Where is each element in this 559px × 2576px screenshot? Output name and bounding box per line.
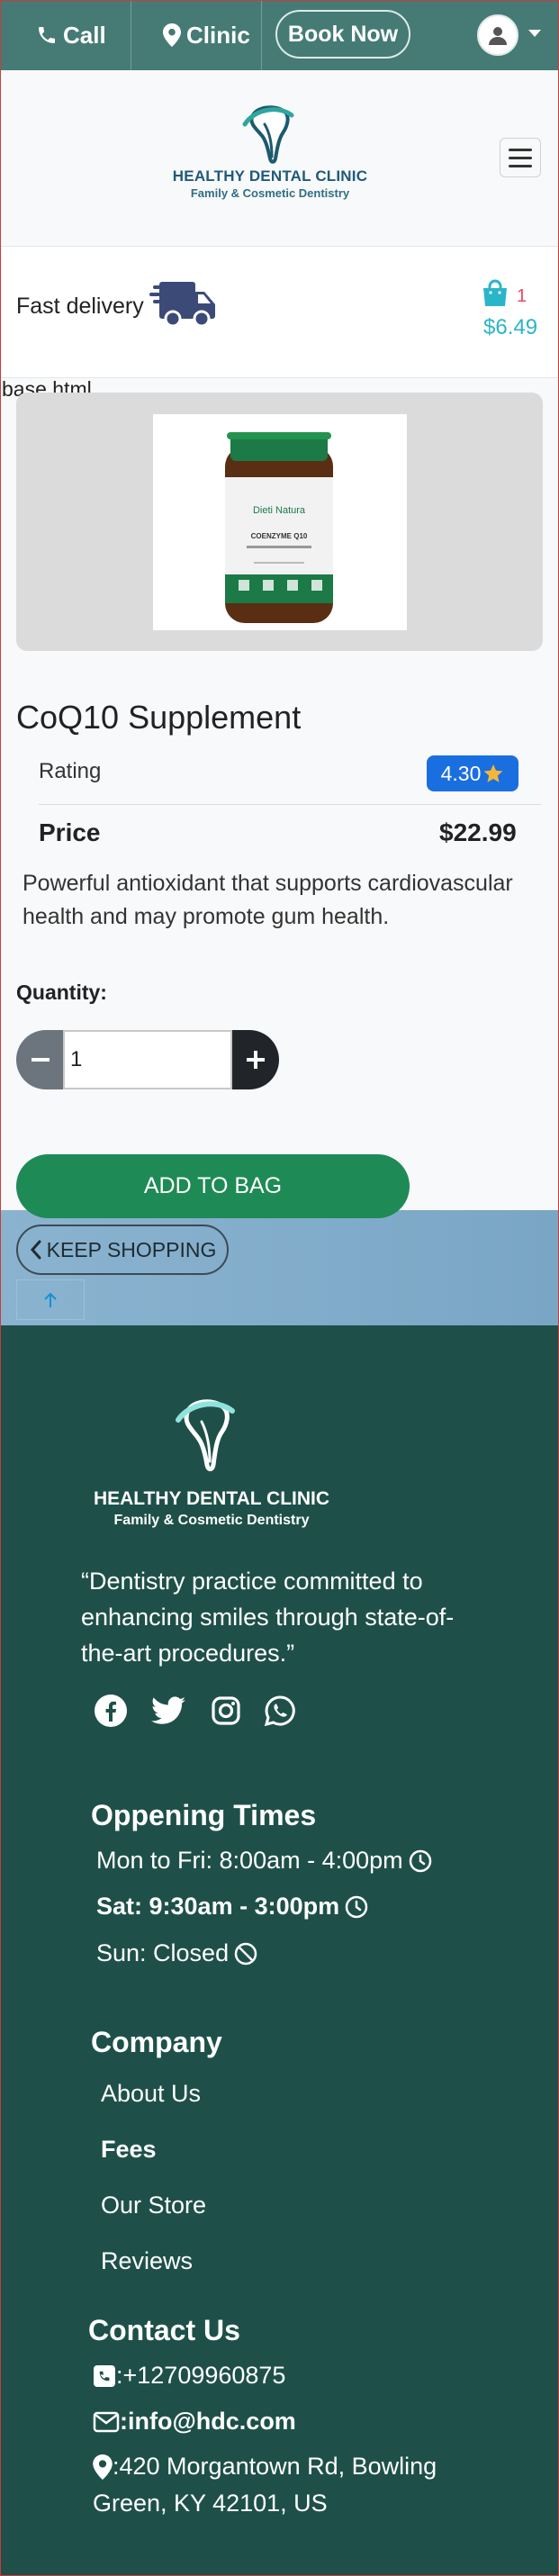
top-bar: Call Clinic Book Now xyxy=(0,0,559,70)
clinic-label: Clinic xyxy=(186,21,250,49)
hours-weekdays: Mon to Fri: 8:00am - 4:00pm xyxy=(96,1847,432,1875)
hours-sunday: Sun: Closed xyxy=(96,1939,257,1967)
logo-title: HEALTHY DENTAL CLINIC xyxy=(172,167,368,185)
menu-icon[interactable] xyxy=(500,138,541,177)
rating-value: 4.30 xyxy=(440,761,482,785)
plus-icon xyxy=(247,1051,265,1069)
product-description: Powerful antioxidant that supports cardi… xyxy=(23,871,513,929)
rating-label: Rating xyxy=(39,759,102,783)
footer-logo-title: HEALTHY DENTAL CLINIC xyxy=(93,1488,330,1509)
footer-link-about[interactable]: About Us xyxy=(101,2080,201,2108)
minus-icon xyxy=(32,1058,50,1062)
shopping-bag-icon[interactable] xyxy=(482,279,509,308)
chevron-left-icon xyxy=(30,1240,41,1260)
hours-title: Oppening Times xyxy=(91,1799,317,1831)
footer-link-reviews[interactable]: Reviews xyxy=(101,2247,193,2275)
contact-email[interactable]: :info@hdc.com xyxy=(93,2408,296,2436)
hours-saturday-text: Sat: 9:30am - 3:00pm xyxy=(96,1893,340,1920)
price-value: $22.99 xyxy=(439,818,517,846)
bottle-product: COENZYME Q10 xyxy=(251,532,308,540)
rating-badge: 4.30 xyxy=(427,755,518,791)
envelope-icon xyxy=(93,2411,120,2432)
hours-saturday: Sat: 9:30am - 3:00pm xyxy=(96,1893,368,1921)
divider xyxy=(39,804,541,805)
quantity-label: Quantity: xyxy=(16,981,107,1004)
hours-sunday-text: Sun: Closed xyxy=(96,1939,230,1966)
footer-logo-tagline: Family & Cosmetic Dentistry xyxy=(113,1513,310,1528)
user-icon xyxy=(489,27,507,45)
clinic-logo[interactable]: HEALTHY DENTAL CLINIC Family & Cosmetic … xyxy=(171,97,369,210)
clock-icon xyxy=(345,1895,368,1918)
add-to-bag-button[interactable]: ADD TO BAG xyxy=(16,1154,410,1218)
map-marker-icon xyxy=(93,2454,113,2480)
contact-phone[interactable]: :+12709960875 xyxy=(93,2362,285,2390)
footer-link-store[interactable]: Our Store xyxy=(101,2192,206,2219)
call-link[interactable]: Call xyxy=(36,0,106,70)
user-menu-button[interactable] xyxy=(477,14,518,56)
decrease-quantity-button[interactable] xyxy=(16,1030,63,1089)
bottle-brand: Dieti Natura xyxy=(253,505,306,516)
contact-email-text: :info@hdc.com xyxy=(120,2408,296,2435)
ban-icon xyxy=(234,1942,257,1965)
twitter-icon[interactable] xyxy=(150,1693,186,1729)
logo-tooth-icon xyxy=(242,105,294,164)
quantity-stepper xyxy=(16,1030,279,1089)
keep-shopping-button[interactable]: KEEP SHOPPING xyxy=(16,1225,229,1275)
fast-delivery-label: Fast delivery xyxy=(16,294,144,319)
keep-shopping-label: KEEP SHOPPING xyxy=(46,1237,217,1261)
book-now-button[interactable]: Book Now xyxy=(275,10,410,59)
company-title: Company xyxy=(91,2026,222,2058)
quantity-input[interactable] xyxy=(63,1030,232,1089)
footer-logo-tooth-icon xyxy=(176,1399,235,1471)
phone-icon xyxy=(39,27,55,43)
arrow-up-icon xyxy=(44,1292,57,1307)
hours-weekdays-text: Mon to Fri: 8:00am - 4:00pm xyxy=(96,1847,403,1874)
price-label: Price xyxy=(39,818,101,846)
increase-quantity-button[interactable] xyxy=(232,1030,279,1089)
footer-link-fees[interactable]: Fees xyxy=(101,2136,157,2164)
facebook-icon[interactable] xyxy=(93,1693,129,1729)
instagram-icon[interactable] xyxy=(208,1693,244,1729)
contact-address-line2: Green, KY 42101, US xyxy=(93,2490,328,2517)
star-icon xyxy=(483,764,503,782)
supplement-bottle: Dieti Natura COENZYME Q10 xyxy=(225,432,333,623)
cart-count: 1 xyxy=(517,286,527,306)
clinic-link[interactable]: Clinic xyxy=(163,0,250,70)
topbar-divider xyxy=(261,0,262,70)
chevron-down-icon[interactable] xyxy=(528,30,541,37)
cart-total[interactable]: $6.49 xyxy=(483,315,537,340)
contact-title: Contact Us xyxy=(88,2314,240,2346)
whatsapp-icon[interactable] xyxy=(262,1693,298,1729)
product-title: CoQ10 Supplement xyxy=(16,699,302,736)
contact-phone-text: :+12709960875 xyxy=(116,2362,286,2389)
scroll-top-button[interactable] xyxy=(16,1279,85,1320)
contact-address: :420 Morgantown Rd, Bowling xyxy=(93,2453,437,2481)
phone-square-icon xyxy=(94,2364,115,2387)
map-marker-icon xyxy=(163,23,181,47)
truck-icon xyxy=(149,282,215,327)
footer-quote: “Dentistry practice committed to enhanci… xyxy=(81,1568,455,1667)
contact-address-line1: :420 Morgantown Rd, Bowling xyxy=(113,2453,437,2480)
logo-tagline: Family & Cosmetic Dentistry xyxy=(190,186,350,200)
call-label: Call xyxy=(63,21,106,49)
product-image: Dieti Natura COENZYME Q10 xyxy=(153,414,407,630)
clock-icon xyxy=(409,1849,431,1872)
